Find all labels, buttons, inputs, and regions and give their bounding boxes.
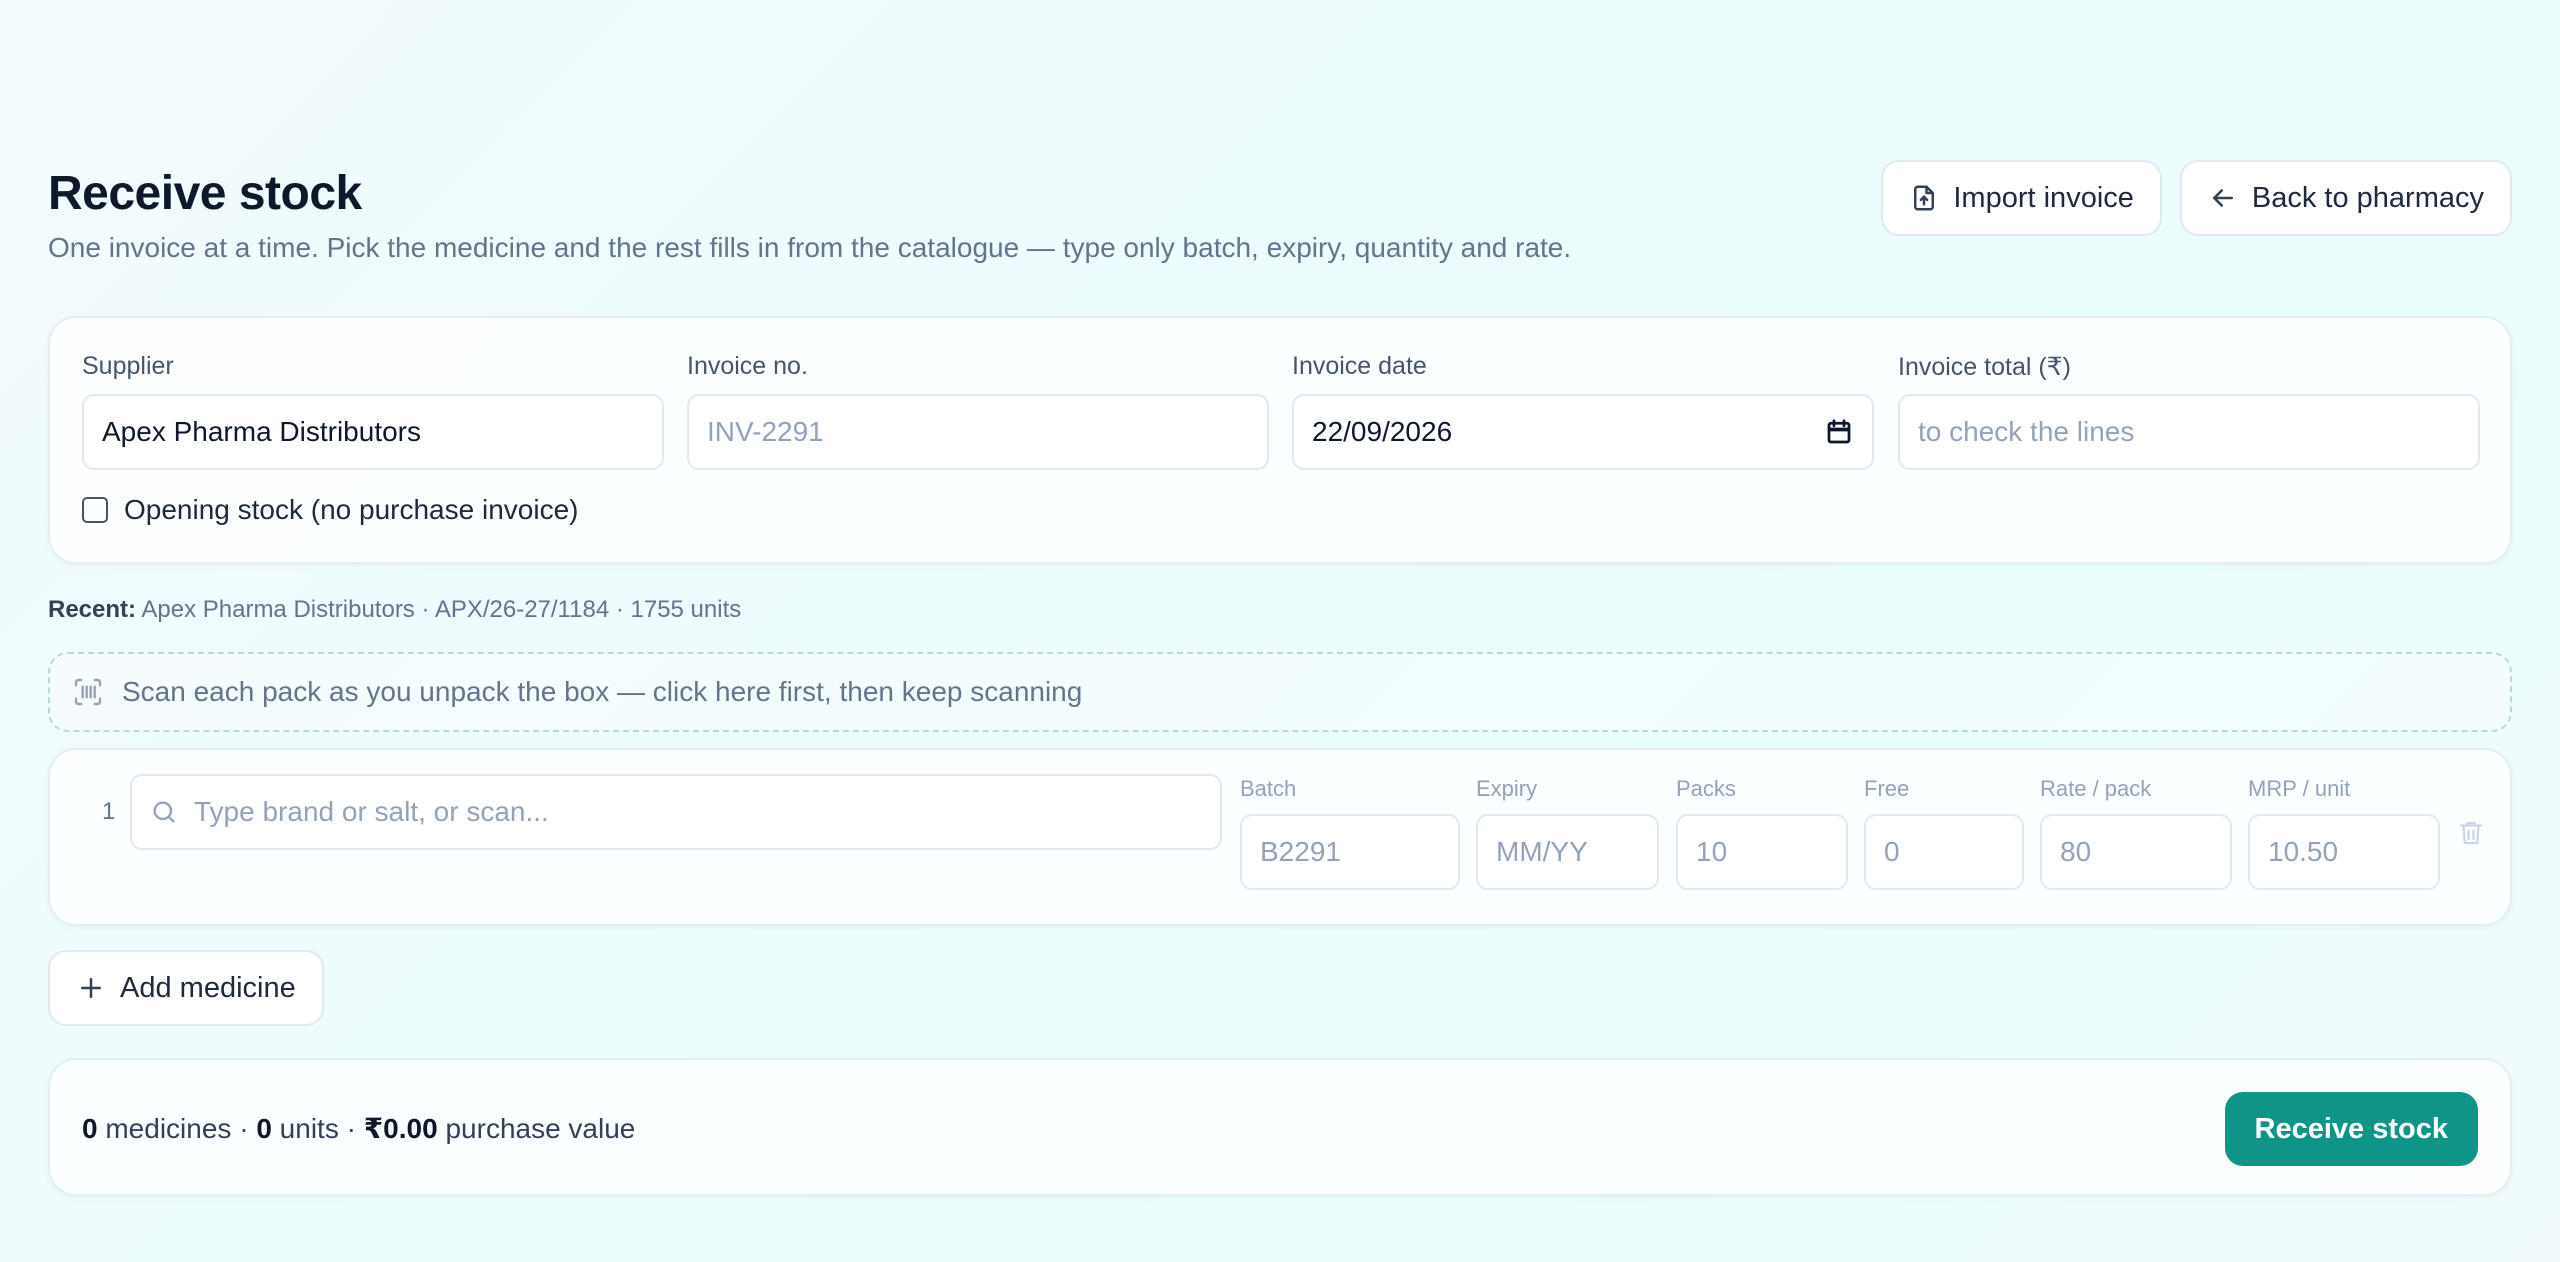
invoice-no-label: Invoice no. [687, 352, 808, 380]
packs-placeholder: 10 [1696, 836, 1728, 867]
supplier-label: Supplier [82, 352, 174, 380]
invoice-date-field: Invoice date 22/09/2026 [1292, 352, 1874, 470]
mrp-label: MRP / unit [2248, 776, 2351, 801]
expiry-label: Expiry [1476, 776, 1538, 801]
invoice-total-placeholder: to check the lines [1918, 416, 2135, 447]
back-to-pharmacy-button[interactable]: Back to pharmacy [2179, 160, 2512, 236]
import-invoice-label: Import invoice [1953, 181, 2134, 214]
import-invoice-button[interactable]: Import invoice [1881, 160, 2162, 236]
invoice-date-label: Invoice date [1292, 352, 1427, 380]
purchase-word: purchase value [445, 1113, 636, 1144]
batch-input[interactable]: B2291 [1240, 814, 1460, 890]
rate-label: Rate / pack [2040, 776, 2152, 801]
opening-stock-row[interactable]: Opening stock (no purchase invoice) [82, 494, 578, 526]
plus-icon [81, 978, 101, 998]
recent-text[interactable]: Apex Pharma Distributors · APX/26-27/118… [141, 596, 741, 623]
summary-text: 0 medicines · 0 units · ₹0.00 purchase v… [82, 1112, 635, 1145]
back-to-pharmacy-label: Back to pharmacy [2251, 181, 2484, 214]
invoice-total-label: Invoice total (₹) [1898, 353, 2071, 381]
rate-placeholder: 80 [2060, 836, 2092, 867]
page-title: Receive stock [48, 167, 362, 220]
recent-invoice[interactable]: Recent: Apex Pharma Distributors · APX/2… [48, 596, 741, 624]
supplier-field: Supplier Apex Pharma Distributors [82, 352, 664, 470]
medicines-word: medicines · [105, 1113, 249, 1144]
invoice-total-input[interactable]: to check the lines [1898, 394, 2480, 470]
invoice-no-field: Invoice no. INV-2291 [687, 352, 1269, 470]
mrp-field: MRP / unit 10.50 [2248, 776, 2440, 890]
calendar-icon[interactable] [1824, 417, 1854, 447]
header-actions: Import invoice Back to pharmacy [1881, 160, 2512, 236]
units-count: 0 [256, 1113, 272, 1144]
mrp-placeholder: 10.50 [2268, 836, 2339, 867]
expiry-field: Expiry MM/YY [1476, 776, 1659, 890]
packs-input[interactable]: 10 [1676, 814, 1848, 890]
invoice-date-input[interactable]: 22/09/2026 [1292, 394, 1874, 470]
medicines-count: 0 [82, 1113, 98, 1144]
add-medicine-button[interactable]: Add medicine [48, 950, 324, 1026]
rate-input[interactable]: 80 [2040, 814, 2232, 890]
free-placeholder: 0 [1884, 836, 1900, 867]
free-label: Free [1864, 776, 1910, 801]
packs-field: Packs 10 [1676, 776, 1848, 890]
summary-card: 0 medicines · 0 units · ₹0.00 purchase v… [48, 1058, 2512, 1196]
scan-placeholder: Scan each pack as you unpack the box — c… [122, 676, 1083, 707]
invoice-no-input[interactable]: INV-2291 [687, 394, 1269, 470]
medicine-line-card: 1 Type brand or salt, or scan... Batch B… [48, 748, 2512, 926]
units-word: units · [279, 1113, 356, 1144]
free-field: Free 0 [1864, 776, 2024, 890]
supplier-value: Apex Pharma Distributors [102, 416, 422, 447]
add-medicine-label: Add medicine [120, 971, 296, 1004]
scan-input[interactable]: Scan each pack as you unpack the box — c… [48, 652, 2512, 732]
rate-field: Rate / pack 80 [2040, 776, 2232, 890]
packs-label: Packs [1676, 776, 1736, 801]
batch-label: Batch [1240, 776, 1297, 801]
opening-stock-checkbox[interactable] [82, 497, 108, 523]
purchase-value: ₹0.00 [363, 1113, 438, 1144]
expiry-input[interactable]: MM/YY [1476, 814, 1659, 890]
invoice-no-placeholder: INV-2291 [707, 416, 824, 447]
free-input[interactable]: 0 [1864, 814, 2024, 890]
trash-icon[interactable] [2456, 816, 2486, 850]
supplier-input[interactable]: Apex Pharma Distributors [82, 394, 664, 470]
medicine-search-placeholder: Type brand or salt, or scan... [194, 796, 549, 827]
invoice-date-value: 22/09/2026 [1312, 416, 1453, 447]
recent-label: Recent: [48, 596, 137, 623]
batch-placeholder: B2291 [1260, 836, 1341, 867]
invoice-total-field: Invoice total (₹) to check the lines [1898, 352, 2480, 470]
page-header: Receive stock One invoice at a time. Pic… [48, 160, 2512, 270]
line-number: 1 [102, 798, 116, 825]
search-icon [153, 801, 175, 823]
expiry-placeholder: MM/YY [1496, 836, 1588, 867]
receive-stock-button[interactable]: Receive stock [2224, 1092, 2478, 1166]
arrow-left-icon [2212, 189, 2233, 207]
medicine-search-input[interactable]: Type brand or salt, or scan... [130, 774, 1222, 850]
opening-stock-label: Opening stock (no purchase invoice) [124, 494, 579, 525]
mrp-input[interactable]: 10.50 [2248, 814, 2440, 890]
page-subtitle: One invoice at a time. Pick the medicine… [48, 232, 1572, 263]
file-upload-icon [1914, 185, 1935, 211]
barcode-scan-icon [74, 678, 102, 706]
batch-field: Batch B2291 [1240, 776, 1460, 890]
invoice-details-card: Supplier Apex Pharma Distributors Invoic… [48, 316, 2512, 564]
